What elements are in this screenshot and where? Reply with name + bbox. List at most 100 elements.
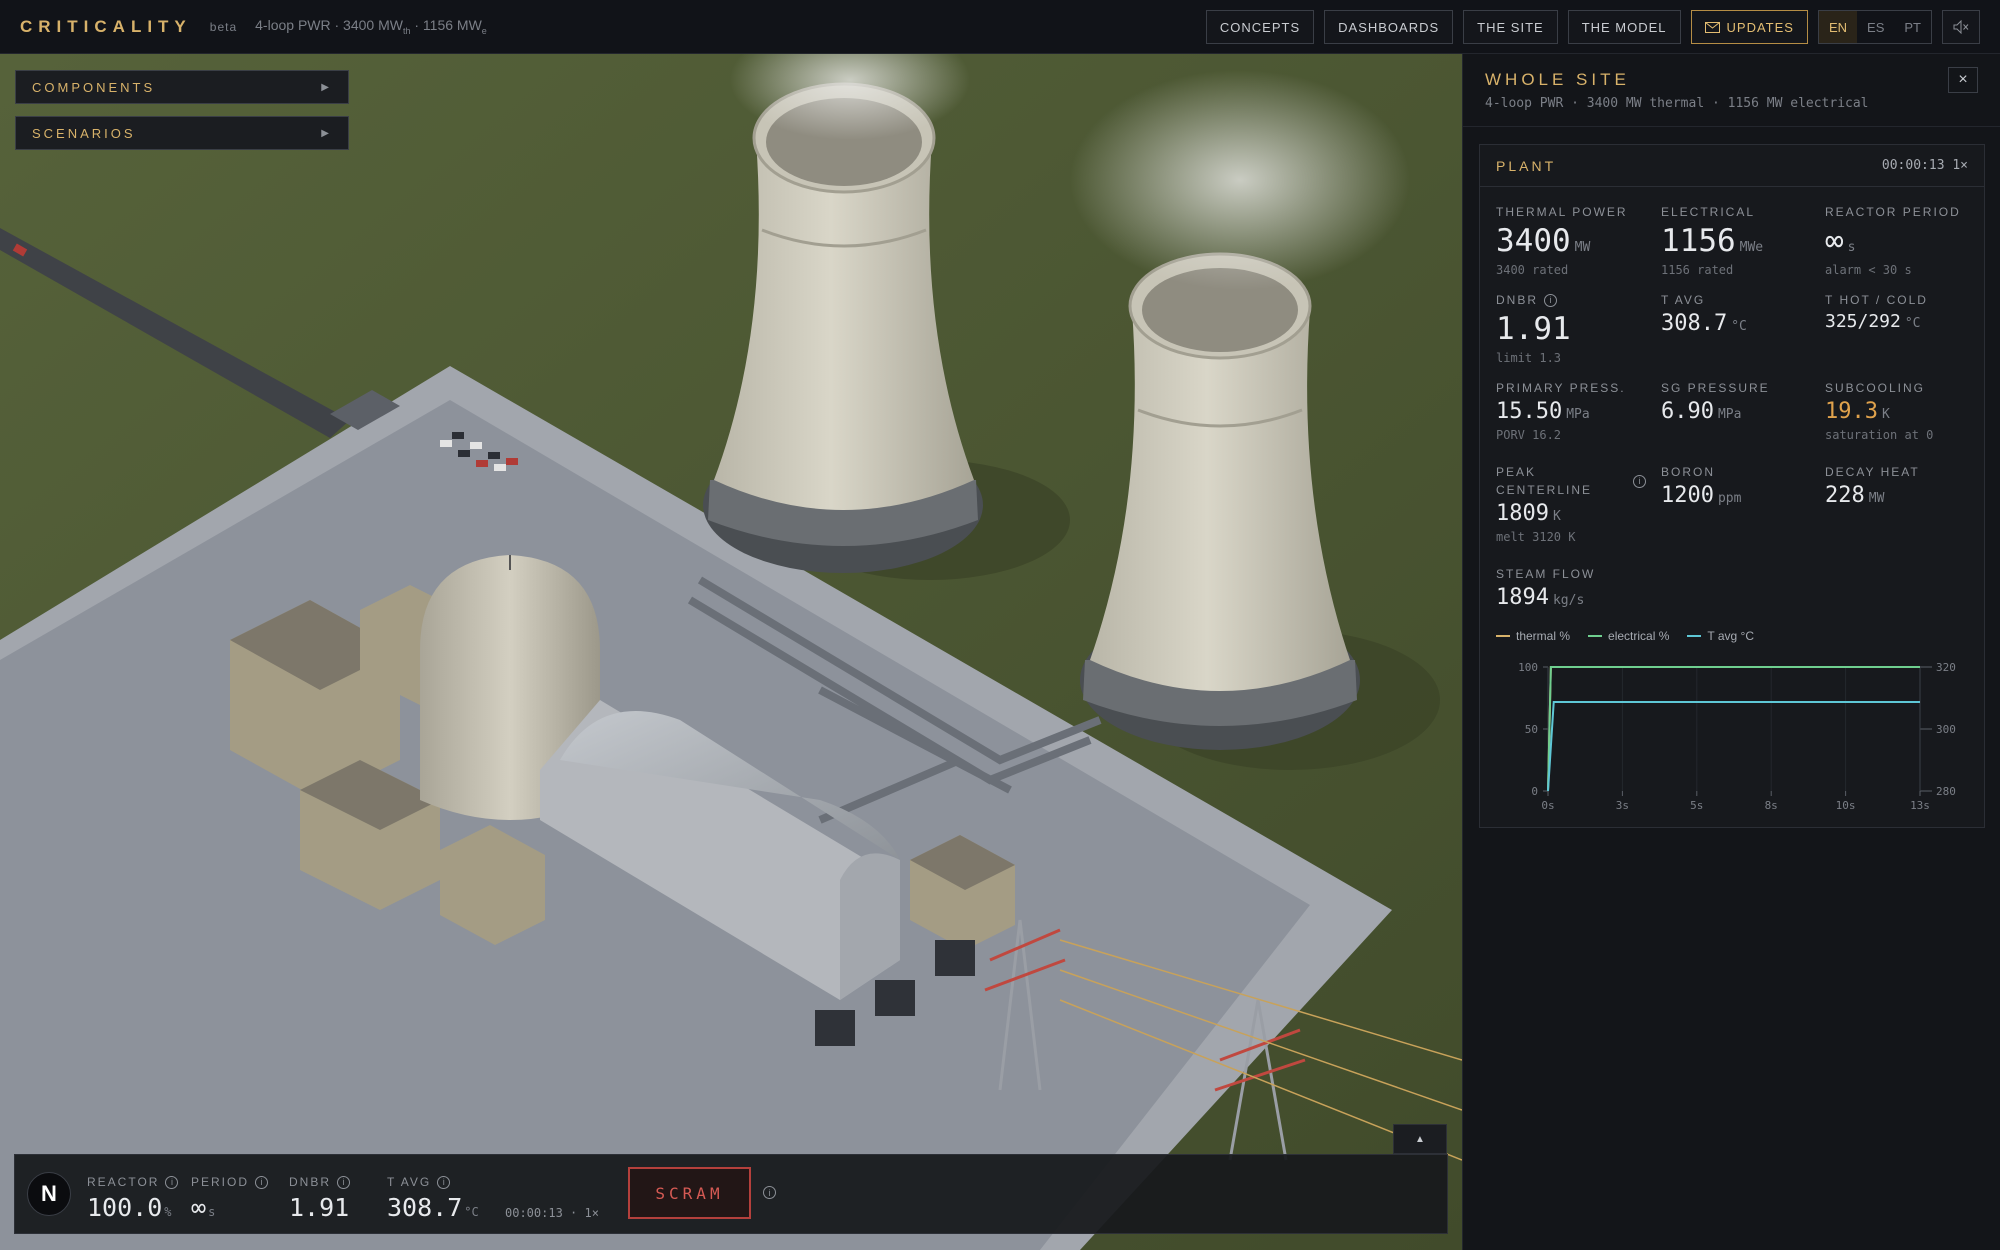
status-tavg-label: T AVG: [387, 1175, 432, 1189]
info-icon[interactable]: i: [763, 1186, 776, 1199]
panel-title: WHOLE SITE: [1485, 70, 1630, 89]
metric-steam-value: 1894: [1496, 585, 1549, 610]
nav-the-site[interactable]: THE SITE: [1463, 10, 1558, 44]
status-dnbr-value: 1.91: [289, 1193, 350, 1222]
nav-dashboards[interactable]: DASHBOARDS: [1324, 10, 1454, 44]
top-bar: CRITICALITY beta 4-loop PWR · 3400 MWth …: [0, 0, 2000, 54]
metric-thotcold-value: 325/292: [1825, 311, 1901, 332]
lang-en[interactable]: EN: [1818, 11, 1858, 43]
status-tavg-unit: °C: [464, 1205, 479, 1219]
metric-tavg-value-row: 308.7 °C: [1661, 311, 1821, 336]
metric-dnbr-label-row: DNBR i: [1496, 291, 1656, 309]
info-icon[interactable]: i: [1633, 474, 1646, 488]
metric-primary-pressure: PRIMARY PRESS. 15.50 MPa PORV 16.2: [1496, 379, 1656, 442]
caret-up-icon: ▲: [1415, 1133, 1425, 1145]
metric-primary-unit: MPa: [1566, 407, 1590, 422]
metric-primary-value: 15.50: [1496, 399, 1563, 424]
metric-steam-unit: kg/s: [1552, 593, 1585, 608]
status-reactor-label-row: REACTOR i: [87, 1175, 179, 1189]
metric-boron-label: BORON: [1661, 465, 1716, 479]
metric-thotcold-label: T HOT / COLD: [1825, 293, 1928, 307]
status-period-value: ∞: [191, 1193, 207, 1222]
metric-sg-label: SG PRESSURE: [1661, 381, 1770, 395]
metric-sg-unit: MPa: [1717, 407, 1742, 422]
status-reactor-value-row: 100.0%: [87, 1193, 178, 1222]
n-logo[interactable]: N: [27, 1172, 71, 1216]
components-label: COMPONENTS: [32, 79, 156, 95]
legend-swatch: [1687, 635, 1702, 637]
metric-thermal-value-row: 3400 MW: [1496, 223, 1656, 259]
scenarios-drawer[interactable]: SCENARIOS ▶: [15, 116, 349, 150]
metric-decay-value-row: 228 MW: [1825, 483, 1985, 508]
status-tavg-value: 308.7: [387, 1193, 463, 1222]
mail-icon: [1704, 21, 1720, 33]
plant-3d-view[interactable]: COMPONENTS ▶ SCENARIOS ▶: [0, 54, 1462, 1250]
metric-tavg-value: 308.7: [1661, 311, 1728, 336]
divider: [1463, 126, 2000, 127]
info-icon[interactable]: i: [437, 1175, 451, 1189]
play-arrow-icon: ▶: [321, 81, 332, 93]
language-switcher: EN ES PT: [1817, 10, 1932, 44]
close-button[interactable]: ×: [1948, 67, 1978, 93]
status-period-label: PERIOD: [191, 1175, 250, 1189]
metric-thotcold-unit: °C: [1904, 316, 1921, 331]
collapse-status-button[interactable]: ▲: [1393, 1124, 1447, 1154]
site-illustration[interactable]: [0, 54, 1462, 1250]
chart-y-tick-label: 100: [1518, 661, 1538, 674]
metric-dnbr: DNBR i 1.91 limit 1.3: [1496, 291, 1656, 365]
info-icon[interactable]: i: [165, 1175, 179, 1189]
metric-peak-label-row: PEAK CENTERLINE i: [1496, 463, 1646, 499]
chart-series-electrical-: [1547, 666, 1920, 792]
legend-electrical-label: electrical %: [1608, 629, 1670, 643]
scram-button[interactable]: SCRAM: [628, 1167, 751, 1219]
status-tavg-label-row: T AVG i: [387, 1175, 479, 1189]
metric-steam-flow: STEAM FLOW 1894 kg/s: [1496, 565, 1656, 610]
chart-x-tick-label: 5s: [1690, 799, 1703, 812]
updates-button[interactable]: UPDATES: [1690, 10, 1808, 44]
metric-decay-unit: MW: [1868, 491, 1885, 506]
metric-reactor-period: REACTOR PERIOD ∞ s alarm < 30 s: [1825, 203, 1985, 277]
metric-dnbr-sub: limit 1.3: [1496, 351, 1562, 365]
metric-peak-label: PEAK CENTERLINE: [1496, 465, 1593, 497]
chart-series-t-avg-c: [1547, 701, 1920, 792]
chart-y2-tick-label: 280: [1936, 785, 1956, 798]
info-icon[interactable]: i: [1544, 293, 1558, 307]
plant-card-time: 00:00:13 1×: [1881, 158, 1968, 173]
site-panel: WHOLE SITE 4-loop PWR · 3400 MW thermal …: [1462, 54, 2000, 1250]
status-reactor-label: REACTOR: [87, 1175, 160, 1189]
lang-pt[interactable]: PT: [1894, 11, 1931, 43]
nav-concepts[interactable]: CONCEPTS: [1205, 10, 1315, 44]
metric-thot-cold: T HOT / COLD 325/292 °C: [1825, 291, 1985, 332]
app-title[interactable]: CRITICALITY: [20, 17, 192, 37]
chart-series-thermal-: [1547, 666, 1920, 792]
metric-thotcold-value-row: 325/292 °C: [1825, 311, 1985, 332]
metric-subcooling-sub: saturation at 0: [1825, 428, 1934, 442]
metric-thermal-power: THERMAL POWER 3400 MW 3400 rated: [1496, 203, 1656, 277]
legend-thermal-label: thermal %: [1516, 629, 1571, 643]
tagline-mid: · 1156 MW: [410, 17, 482, 34]
chart-x-tick-label: 8s: [1765, 799, 1778, 812]
metric-period-sub: alarm < 30 s: [1825, 263, 1912, 277]
metric-subcooling: SUBCOOLING 19.3 K saturation at 0: [1825, 379, 1985, 442]
metric-sg-value-row: 6.90 MPa: [1661, 399, 1821, 424]
metric-steam-value-row: 1894 kg/s: [1496, 585, 1656, 610]
steam-plume-2: [1070, 70, 1410, 290]
chart-y2-tick-label: 320: [1936, 661, 1956, 674]
panel-subtitle: 4-loop PWR · 3400 MW thermal · 1156 MW e…: [1485, 96, 1869, 111]
mute-button[interactable]: [1942, 10, 1980, 44]
plant-card: PLANT 00:00:13 1× THERMAL POWER 3400 MW 3…: [1479, 144, 1985, 828]
legend-electrical: electrical %: [1588, 629, 1669, 643]
components-drawer[interactable]: COMPONENTS ▶: [15, 70, 349, 104]
chart-x-tick-label: 0s: [1541, 799, 1554, 812]
lang-es[interactable]: ES: [1857, 11, 1894, 43]
nav-the-model[interactable]: THE MODEL: [1567, 10, 1681, 44]
status-dnbr-label: DNBR: [289, 1175, 332, 1189]
info-icon[interactable]: i: [337, 1175, 351, 1189]
legend-tavg: T avg °C: [1687, 629, 1754, 643]
metric-period-label: REACTOR PERIOD: [1825, 205, 1961, 219]
metric-tavg-unit: °C: [1731, 319, 1747, 334]
info-icon[interactable]: i: [255, 1175, 269, 1189]
metric-subcooling-label: SUBCOOLING: [1825, 381, 1926, 395]
metric-boron: BORON 1200 ppm: [1661, 463, 1821, 508]
status-dnbr-label-row: DNBR i: [289, 1175, 351, 1189]
